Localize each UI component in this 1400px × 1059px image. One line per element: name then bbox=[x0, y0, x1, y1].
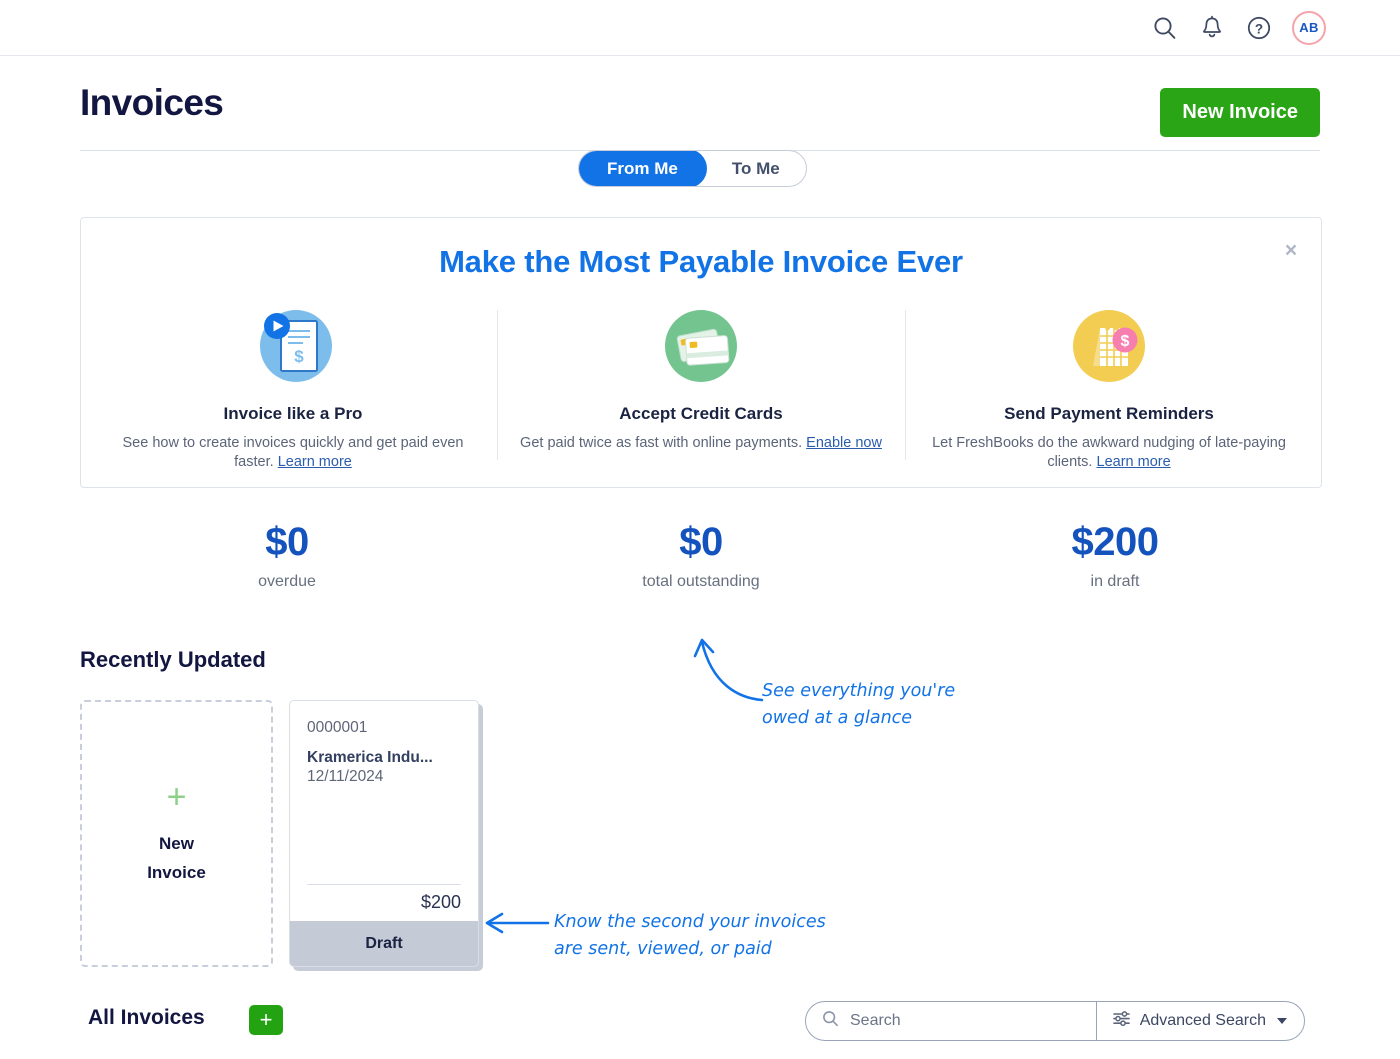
annotation-arrow-straight bbox=[485, 912, 550, 934]
search-bar: Advanced Search bbox=[805, 1001, 1305, 1041]
stat-in-draft: $200 in draft bbox=[908, 520, 1322, 591]
advanced-search-button[interactable]: Advanced Search bbox=[1097, 1002, 1304, 1040]
new-invoice-card-label: New Invoice bbox=[147, 834, 206, 882]
stat-value: $0 bbox=[265, 520, 309, 564]
status-badge: Draft bbox=[290, 921, 478, 966]
avatar[interactable]: AB bbox=[1292, 10, 1326, 45]
feature-title: Send Payment Reminders bbox=[1004, 404, 1214, 423]
learn-more-link[interactable]: Learn more bbox=[1097, 454, 1171, 470]
invoice-card-body: 0000001 Kramerica Indu... 12/11/2024 $20… bbox=[290, 701, 478, 921]
invoice-number: 0000001 bbox=[307, 719, 368, 736]
invoices-page: ? AB Invoices New Invoice From Me To Me … bbox=[0, 0, 1400, 1059]
stat-label: overdue bbox=[258, 573, 316, 590]
all-invoices-title: All Invoices bbox=[88, 1006, 205, 1029]
close-icon[interactable]: × bbox=[1277, 236, 1305, 264]
feature-accept-credit-cards: Accept Credit Cards Get paid twice as fa… bbox=[497, 302, 905, 472]
learn-more-link[interactable]: Learn more bbox=[278, 454, 352, 470]
stat-overdue: $0 overdue bbox=[80, 520, 494, 591]
enable-now-link[interactable]: Enable now bbox=[806, 435, 882, 451]
advanced-search-label: Advanced Search bbox=[1139, 1012, 1266, 1029]
svg-text:?: ? bbox=[1255, 21, 1263, 36]
feature-title: Accept Credit Cards bbox=[619, 404, 783, 423]
invoice-date: 12/11/2024 bbox=[307, 768, 384, 786]
chevron-down-icon bbox=[1277, 1018, 1287, 1024]
feature-desc-text: Get paid twice as fast with online payme… bbox=[520, 435, 807, 451]
new-invoice-button[interactable]: New Invoice bbox=[1160, 88, 1320, 137]
invoice-total-row: $200 bbox=[307, 884, 461, 913]
stat-value: $200 bbox=[1071, 520, 1159, 564]
invoice-card[interactable]: 0000001 Kramerica Indu... 12/11/2024 $20… bbox=[289, 700, 479, 967]
invoice-summary-stats: $0 overdue $0 total outstanding $200 in … bbox=[80, 520, 1322, 591]
promo-banner: × Make the Most Payable Invoice Ever $ I… bbox=[80, 217, 1322, 488]
annotation-status: Know the second your invoices are sent, … bbox=[554, 912, 826, 960]
recently-updated-title: Recently Updated bbox=[80, 647, 266, 672]
page-title: Invoices bbox=[80, 82, 224, 123]
feature-description: Get paid twice as fast with online payme… bbox=[519, 434, 883, 453]
credit-cards-icon bbox=[519, 302, 883, 390]
notifications-bell-icon[interactable] bbox=[1200, 15, 1224, 41]
calendar-reminder-icon: $ bbox=[927, 302, 1291, 390]
search-icon bbox=[822, 1010, 839, 1032]
stat-total-outstanding: $0 total outstanding bbox=[494, 520, 908, 591]
feature-invoice-like-a-pro: $ Invoice like a Pro See how to create i… bbox=[89, 302, 497, 472]
stat-label: total outstanding bbox=[642, 573, 760, 590]
add-invoice-button[interactable]: + bbox=[249, 1005, 283, 1035]
feature-description: See how to create invoices quickly and g… bbox=[111, 434, 475, 472]
avatar-initials: AB bbox=[1299, 20, 1319, 35]
feature-send-payment-reminders: $ Send Payment Reminders Let FreshBooks … bbox=[905, 302, 1313, 472]
feature-description: Let FreshBooks do the awkward nudging of… bbox=[927, 434, 1291, 472]
tab-to-me[interactable]: To Me bbox=[706, 151, 806, 186]
sliders-icon bbox=[1112, 1010, 1131, 1032]
search-input[interactable] bbox=[850, 1002, 1060, 1040]
page-header: Invoices New Invoice bbox=[80, 84, 1320, 146]
invoice-total: $200 bbox=[420, 892, 461, 912]
top-navigation-bar: ? AB bbox=[0, 0, 1400, 56]
promo-banner-title: Make the Most Payable Invoice Ever bbox=[439, 244, 963, 279]
recently-updated-cards: + New Invoice 0000001 Kramerica Indu... 1… bbox=[80, 700, 479, 967]
tab-from-me[interactable]: From Me bbox=[578, 151, 707, 186]
new-invoice-card[interactable]: + New Invoice bbox=[80, 700, 273, 967]
svg-text:$: $ bbox=[294, 347, 304, 366]
promo-feature-list: $ Invoice like a Pro See how to create i… bbox=[81, 302, 1321, 472]
plus-icon: + bbox=[166, 778, 187, 817]
invoice-client-name: Kramerica Indu... bbox=[307, 749, 433, 766]
invoice-direction-toggle[interactable]: From Me To Me bbox=[578, 150, 807, 187]
stat-value: $0 bbox=[679, 520, 723, 564]
stat-label: in draft bbox=[1090, 573, 1140, 590]
annotation-outstanding: See everything you're owed at a glance bbox=[762, 681, 956, 729]
search-icon[interactable] bbox=[1152, 15, 1178, 41]
invoice-video-icon: $ bbox=[111, 302, 475, 390]
search-field-wrap[interactable] bbox=[806, 1002, 1096, 1040]
help-icon[interactable]: ? bbox=[1246, 15, 1272, 41]
feature-title: Invoice like a Pro bbox=[223, 404, 363, 423]
svg-text:$: $ bbox=[1121, 333, 1130, 350]
